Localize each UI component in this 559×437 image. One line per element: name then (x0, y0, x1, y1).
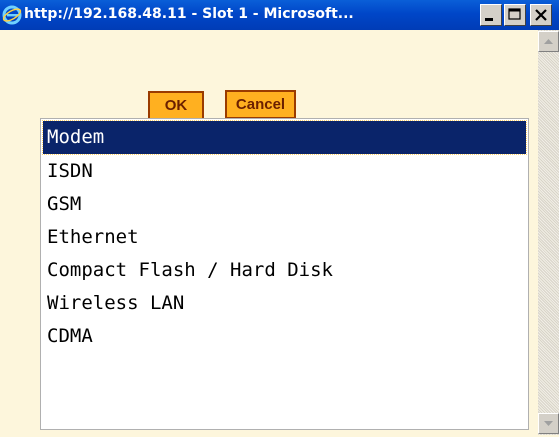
slot-type-listbox[interactable]: Modem ISDN GSM Ethernet Compact Flash / … (40, 118, 529, 430)
cancel-button[interactable]: Cancel (225, 90, 296, 119)
close-icon (535, 9, 547, 21)
close-button[interactable] (530, 4, 552, 26)
scroll-up-button[interactable] (538, 31, 559, 52)
vertical-scrollbar[interactable] (538, 30, 559, 435)
list-item-isdn[interactable]: ISDN (43, 155, 526, 188)
list-item-ethernet[interactable]: Ethernet (43, 221, 526, 254)
arrow-up-icon (544, 39, 553, 44)
minimize-button[interactable] (480, 4, 502, 26)
minimize-icon (485, 18, 493, 21)
list-item-modem[interactable]: Modem (42, 120, 527, 155)
maximize-icon (508, 8, 521, 20)
list-item-wireless-lan[interactable]: Wireless LAN (43, 287, 526, 320)
scroll-down-button[interactable] (538, 413, 559, 434)
list-item-gsm[interactable]: GSM (43, 188, 526, 221)
window-title: http://192.168.48.11 - Slot 1 - Microsof… (24, 6, 354, 22)
list-item-cdma[interactable]: CDMA (43, 320, 526, 353)
title-bar[interactable]: http://192.168.48.11 - Slot 1 - Microsof… (0, 0, 559, 30)
list-item-compact-flash[interactable]: Compact Flash / Hard Disk (43, 254, 526, 287)
internet-explorer-icon (2, 5, 22, 25)
maximize-button[interactable] (504, 4, 526, 26)
arrow-down-icon (544, 421, 553, 426)
ok-button[interactable]: OK (148, 91, 204, 120)
